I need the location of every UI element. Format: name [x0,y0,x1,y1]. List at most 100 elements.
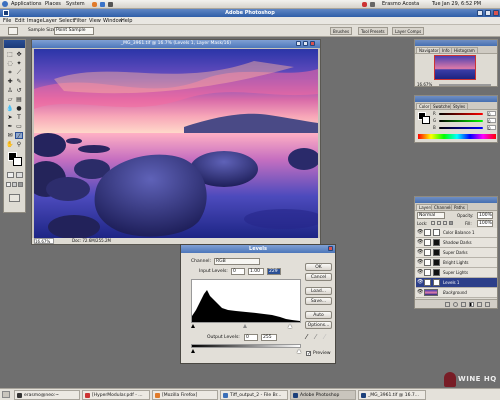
gradient-tool-icon[interactable]: ▤ [15,96,23,103]
opacity-field[interactable]: 100% [477,212,493,219]
visibility-eye-icon[interactable]: 👁 [417,230,423,235]
lock-all-icon[interactable] [449,221,453,225]
save-button[interactable]: Save... [305,297,332,305]
load-button[interactable]: Load... [305,287,332,295]
input-white-field[interactable]: 229 [267,268,281,275]
input-gamma-field[interactable]: 1.00 [248,268,264,275]
applications-menu[interactable]: Applications [11,1,42,7]
fill-field[interactable]: 100% [477,220,493,227]
visibility-eye-icon[interactable]: 👁 [417,290,423,295]
lock-pixels-icon[interactable] [437,221,441,225]
user-name[interactable]: Erasmo Acosta [382,1,419,7]
jump-to-imageready-icon[interactable] [9,194,20,202]
visibility-eye-icon[interactable]: 👁 [417,270,423,275]
hand-tool-icon[interactable]: ✋ [6,141,14,148]
add-style-icon[interactable] [445,302,450,307]
type-tool-icon[interactable]: T [15,114,23,121]
output-black-handle[interactable] [191,349,195,353]
volume-icon[interactable] [370,2,375,7]
shape-tool-icon[interactable]: ▭ [15,123,23,130]
screen-mode-standard-icon[interactable] [6,182,11,187]
taskbar-item-pdf[interactable]: [HyperModular.pdf - ... [82,390,150,400]
tab-styles[interactable]: Styles [450,103,469,109]
screen-mode-full-icon[interactable] [18,182,23,187]
sample-size-select[interactable]: Point Sample [54,27,94,35]
standard-mode-icon[interactable] [7,172,14,178]
output-white-field[interactable]: 255 [261,334,277,341]
taskbar-item-file-browser[interactable]: Tiff_output_2 - File Br... [220,390,288,400]
new-set-icon[interactable] [461,302,466,307]
channel-r-value[interactable]: 0 [487,111,496,117]
system-menu[interactable]: System [66,1,85,7]
color-ramp[interactable] [418,134,496,139]
layer-row-color-balance[interactable]: 👁 Color Balance 1 [416,228,497,238]
doc-maximize-icon[interactable] [303,41,308,46]
input-white-handle[interactable] [288,324,292,328]
visibility-eye-icon[interactable]: 👁 [417,240,423,245]
trash-icon[interactable] [485,302,490,307]
menu-image[interactable]: Image [27,18,43,24]
brush-tool-icon[interactable]: ✎ [15,78,23,85]
quick-mask-icon[interactable] [16,172,23,178]
eyedropper-tool-icon[interactable]: ⁄ [15,132,23,140]
levels-title-bar[interactable]: Levels [181,245,335,253]
zoom-field[interactable]: 16.67% [34,238,54,244]
channel-r-slider[interactable] [439,113,483,115]
pen-tool-icon[interactable]: ✒ [6,123,14,130]
menu-window[interactable]: Window [103,18,123,24]
channel-g-slider[interactable] [439,120,483,122]
brushes-tab[interactable]: Brushes [330,27,353,35]
channel-b-slider[interactable] [439,127,483,129]
layer-row-levels[interactable]: 👁 Levels 1 [416,278,497,288]
navigator-zoom[interactable]: 16.67% [417,82,432,87]
menu-view[interactable]: View [89,18,101,24]
gnome-foot-icon[interactable] [2,1,8,7]
doc-info[interactable]: Doc: 72.6M/255.2M [72,238,111,244]
clock[interactable]: Tue Jan 29, 6:52 PM [432,1,481,7]
dodge-tool-icon[interactable]: ● [15,105,23,112]
maximize-icon[interactable] [485,10,491,16]
gray-eyedropper-icon[interactable]: ⁄ [315,333,316,341]
layer-row-bright-lights[interactable]: 👁 Bright Lights [416,258,497,268]
channel-g-value[interactable]: 0 [487,118,496,124]
terminal-launcher-icon[interactable] [108,2,113,7]
visibility-eye-icon[interactable]: 👁 [417,250,423,255]
taskbar-item-photoshop[interactable]: Adobe Photoshop [290,390,356,400]
blur-tool-icon[interactable]: 💧 [6,105,14,112]
minimize-icon[interactable] [477,10,483,16]
lasso-tool-icon[interactable]: ◌ [6,60,14,67]
eraser-tool-icon[interactable]: ▱ [6,96,14,103]
tab-histogram[interactable]: Histogram [451,47,478,53]
document-title-bar[interactable]: _MG_3961.tif @ 16.7% (Levels 1, Layer Ma… [32,40,320,48]
layer-mask-thumbnail[interactable] [433,239,440,246]
layer-mask-thumbnail[interactable] [433,279,440,286]
doc-minimize-icon[interactable] [296,41,301,46]
ok-button[interactable]: OK [305,263,332,271]
show-desktop-icon[interactable] [2,391,10,398]
taskbar-item-firefox[interactable]: [Mozilla Firefox] [152,390,218,400]
image-canvas[interactable] [34,49,318,238]
layer-mask-thumbnail[interactable] [433,229,440,236]
layer-row-super-darks[interactable]: 👁 Super Darks [416,248,497,258]
places-menu[interactable]: Places [45,1,61,7]
background-color-swatch[interactable] [13,157,22,166]
app-icon[interactable] [3,10,9,16]
close-icon[interactable] [493,10,499,16]
tab-navigator[interactable]: Navigator [416,47,442,53]
marquee-tool-icon[interactable]: ⬚ [6,51,14,58]
output-slider-track[interactable] [191,349,301,353]
firefox-launcher-icon[interactable] [92,2,97,7]
path-selection-tool-icon[interactable]: ➤ [6,114,14,121]
levels-close-icon[interactable] [328,246,333,251]
visibility-eye-icon[interactable]: 👁 [417,260,423,265]
lock-transparency-icon[interactable] [431,221,435,225]
move-tool-icon[interactable]: ✥ [15,51,23,58]
network-icon[interactable] [362,2,367,7]
color-bg-swatch[interactable] [422,116,430,124]
output-white-handle[interactable] [297,349,301,353]
new-layer-icon[interactable] [477,302,482,307]
layer-row-super-lights[interactable]: 👁 Super Lights [416,268,497,278]
doc-close-icon[interactable] [310,41,315,46]
notes-tool-icon[interactable]: ✉ [6,132,14,139]
white-eyedropper-icon[interactable]: ⁄ [324,333,325,341]
